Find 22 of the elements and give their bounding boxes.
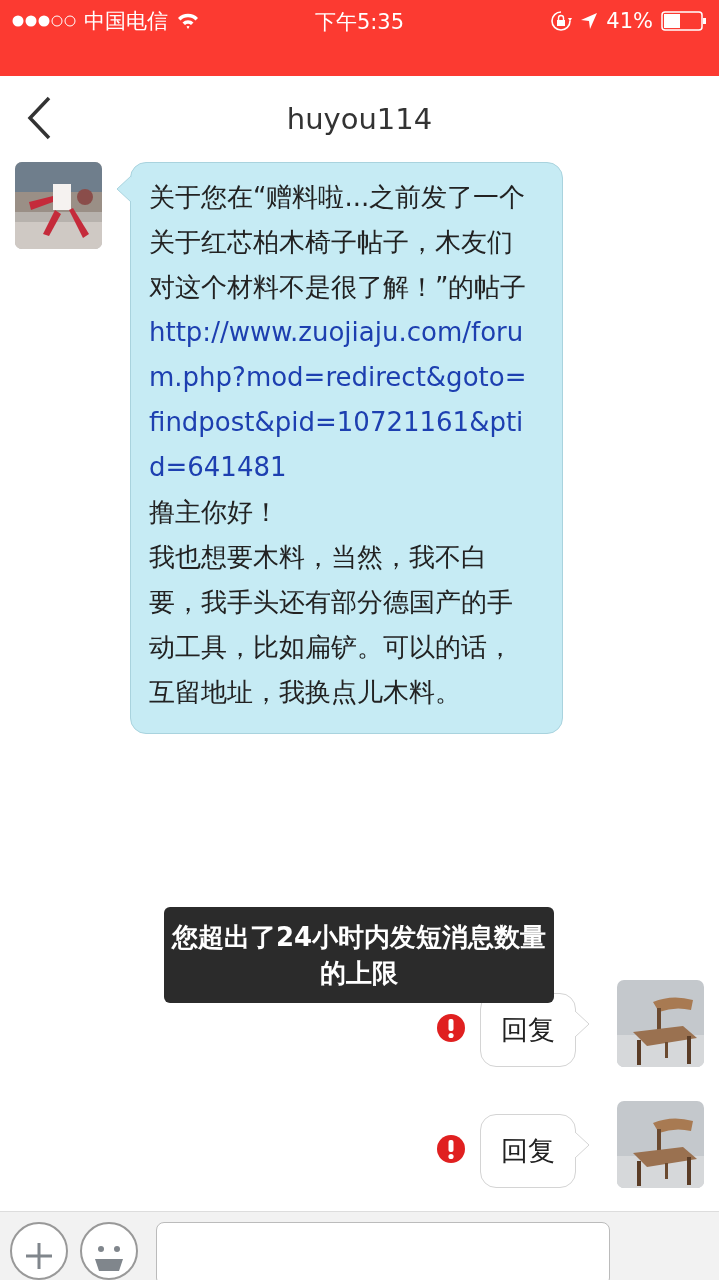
chat-title: huyou114	[286, 102, 433, 136]
error-icon[interactable]	[436, 1013, 466, 1043]
message-input[interactable]	[156, 1222, 610, 1280]
message-text: 关于您在“赠料啦...之前发了一个关于红芯柏木椅子帖子，木友们对这个材料不是很了解！”的帖子	[149, 181, 528, 304]
rotation-lock-icon	[550, 10, 573, 32]
signal-icon	[12, 14, 76, 28]
carrier-name: 中国电信	[84, 8, 168, 35]
clock-time: 下午5:35	[314, 9, 405, 36]
message-text: 回复	[501, 1014, 555, 1045]
plus-icon	[24, 1240, 54, 1271]
message-text: 回复	[501, 1135, 555, 1166]
limit-toast: 您超出了24小时内发短消息数量的上限	[164, 907, 554, 1003]
add-button[interactable]	[10, 1222, 68, 1280]
message-text: 我也想要木料，当然，我不白要，我手头还有部分德国产的手动工具，比如扁铲。可以的话，互留地址，我换点儿木料。	[149, 541, 514, 709]
battery-percent: 41%	[606, 9, 653, 33]
battery-icon	[661, 11, 707, 31]
post-link[interactable]: http://www.zuojiaju.com/forum.php?mod=redirect&goto=findpost&pid=10721161&ptid=641481	[149, 310, 532, 490]
location-arrow-icon	[580, 12, 599, 30]
error-icon[interactable]	[436, 1134, 466, 1164]
emoji-button[interactable]	[80, 1222, 138, 1280]
message-text: 撸主你好！	[149, 496, 280, 529]
wifi-icon	[176, 12, 200, 30]
